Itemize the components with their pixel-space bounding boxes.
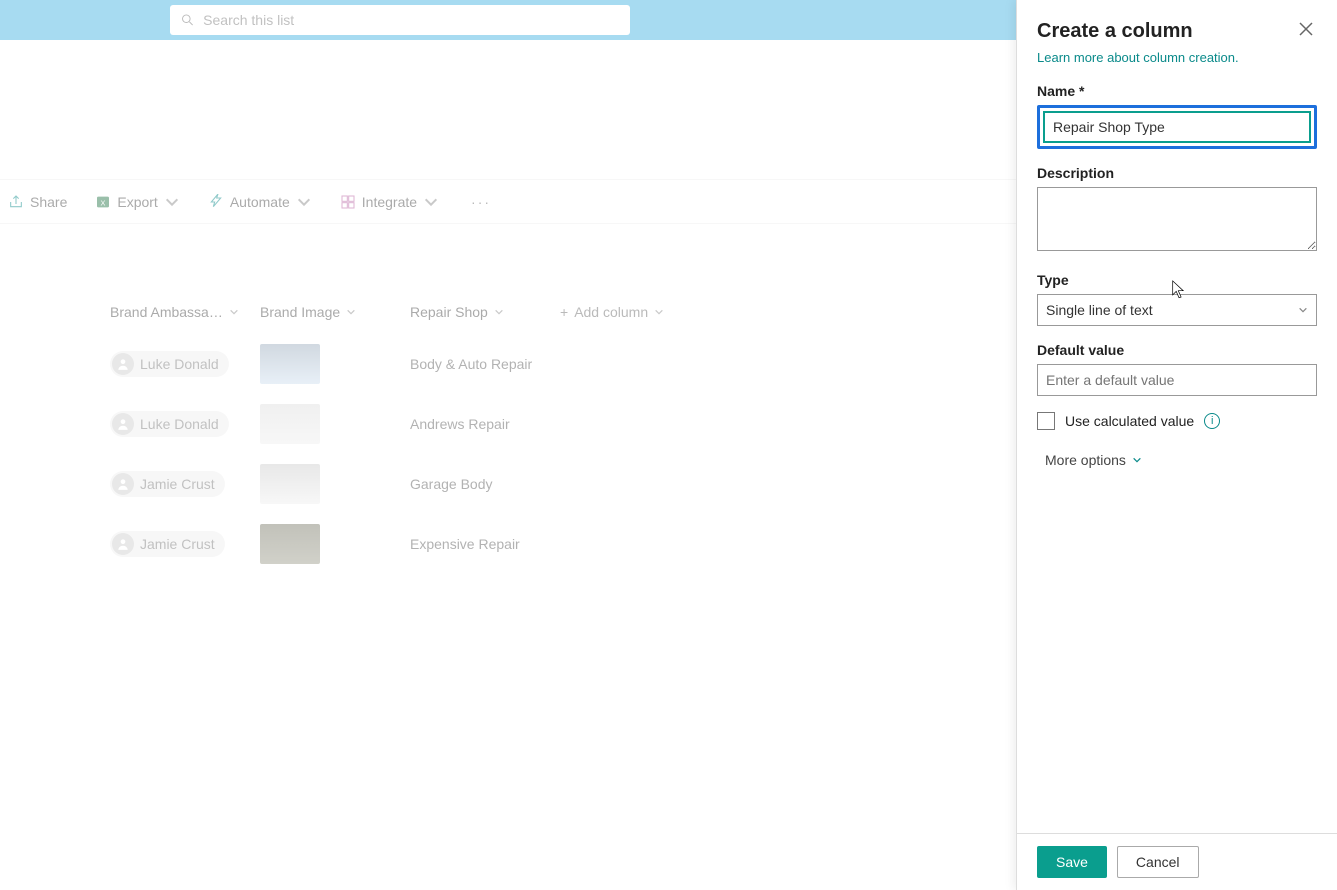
person-name: Luke Donald	[140, 356, 219, 372]
default-value-label: Default value	[1037, 342, 1317, 358]
person-pill[interactable]: Luke Donald	[110, 411, 229, 437]
export-button[interactable]: X Export	[95, 194, 179, 210]
chevron-down-icon	[1298, 305, 1308, 315]
brand-image-thumbnail[interactable]	[260, 344, 320, 384]
use-calculated-label: Use calculated value	[1065, 413, 1194, 429]
person-pill[interactable]: Jamie Crust	[110, 531, 225, 557]
use-calculated-checkbox[interactable]	[1037, 412, 1055, 430]
avatar	[112, 413, 134, 435]
share-button[interactable]: Share	[8, 194, 67, 210]
plus-icon: +	[560, 304, 568, 320]
column-header-label: Brand Image	[260, 304, 340, 320]
automate-button[interactable]: Automate	[208, 194, 312, 210]
cancel-button[interactable]: Cancel	[1117, 846, 1199, 878]
column-header-label: Brand Ambassa…	[110, 304, 223, 320]
person-pill[interactable]: Luke Donald	[110, 351, 229, 377]
brand-image-thumbnail[interactable]	[260, 464, 320, 504]
share-icon	[8, 194, 24, 210]
person-pill[interactable]: Jamie Crust	[110, 471, 225, 497]
add-column-button[interactable]: + Add column	[560, 304, 690, 320]
chevron-down-icon	[164, 194, 180, 210]
type-label: Type	[1037, 272, 1317, 288]
repair-shop-cell: Andrews Repair	[410, 416, 710, 432]
name-field-highlight	[1037, 105, 1317, 149]
share-label: Share	[30, 194, 67, 210]
column-header-label: Repair Shop	[410, 304, 488, 320]
panel-title: Create a column	[1037, 20, 1193, 43]
integrate-icon	[340, 194, 356, 210]
brand-image-thumbnail[interactable]	[260, 524, 320, 564]
column-name-input[interactable]	[1043, 111, 1311, 143]
chevron-down-icon	[654, 307, 664, 317]
avatar	[112, 533, 134, 555]
person-name: Jamie Crust	[140, 476, 215, 492]
export-label: Export	[117, 194, 157, 210]
chevron-down-icon	[296, 194, 312, 210]
chevron-down-icon	[423, 194, 439, 210]
more-options-toggle[interactable]: More options	[1037, 452, 1317, 468]
description-textarea[interactable]	[1037, 187, 1317, 251]
close-icon	[1299, 22, 1313, 36]
save-button[interactable]: Save	[1037, 846, 1107, 878]
chevron-down-icon	[1132, 455, 1142, 465]
brand-image-thumbnail[interactable]	[260, 404, 320, 444]
description-label: Description	[1037, 165, 1317, 181]
chevron-down-icon	[494, 307, 504, 317]
add-column-label: Add column	[574, 304, 648, 320]
svg-text:X: X	[101, 198, 106, 207]
chevron-down-icon	[229, 307, 239, 317]
panel-footer: Save Cancel	[1017, 833, 1337, 890]
person-name: Jamie Crust	[140, 536, 215, 552]
search-icon	[180, 12, 195, 28]
repair-shop-cell: Garage Body	[410, 476, 710, 492]
excel-icon: X	[95, 194, 111, 210]
type-selected-value: Single line of text	[1046, 302, 1153, 318]
avatar	[112, 353, 134, 375]
integrate-label: Integrate	[362, 194, 417, 210]
default-value-input[interactable]	[1037, 364, 1317, 396]
integrate-button[interactable]: Integrate	[340, 194, 439, 210]
more-options-label: More options	[1045, 452, 1126, 468]
create-column-panel: Create a column Learn more about column …	[1016, 0, 1337, 890]
more-commands-button[interactable]: ···	[467, 194, 495, 210]
info-icon[interactable]: i	[1204, 413, 1220, 429]
type-select[interactable]: Single line of text	[1037, 294, 1317, 326]
close-button[interactable]	[1295, 18, 1317, 45]
repair-shop-cell: Expensive Repair	[410, 536, 710, 552]
person-name: Luke Donald	[140, 416, 219, 432]
avatar	[112, 473, 134, 495]
search-box[interactable]	[170, 5, 630, 35]
chevron-down-icon	[346, 307, 356, 317]
automate-icon	[208, 194, 224, 210]
column-header-shop[interactable]: Repair Shop	[410, 304, 560, 320]
search-input[interactable]	[203, 12, 620, 28]
column-header-ambassador[interactable]: Brand Ambassa…	[110, 304, 260, 320]
learn-more-link[interactable]: Learn more about column creation.	[1037, 50, 1239, 65]
name-label: Name *	[1037, 83, 1317, 99]
automate-label: Automate	[230, 194, 290, 210]
column-header-image[interactable]: Brand Image	[260, 304, 410, 320]
repair-shop-cell: Body & Auto Repair	[410, 356, 710, 372]
